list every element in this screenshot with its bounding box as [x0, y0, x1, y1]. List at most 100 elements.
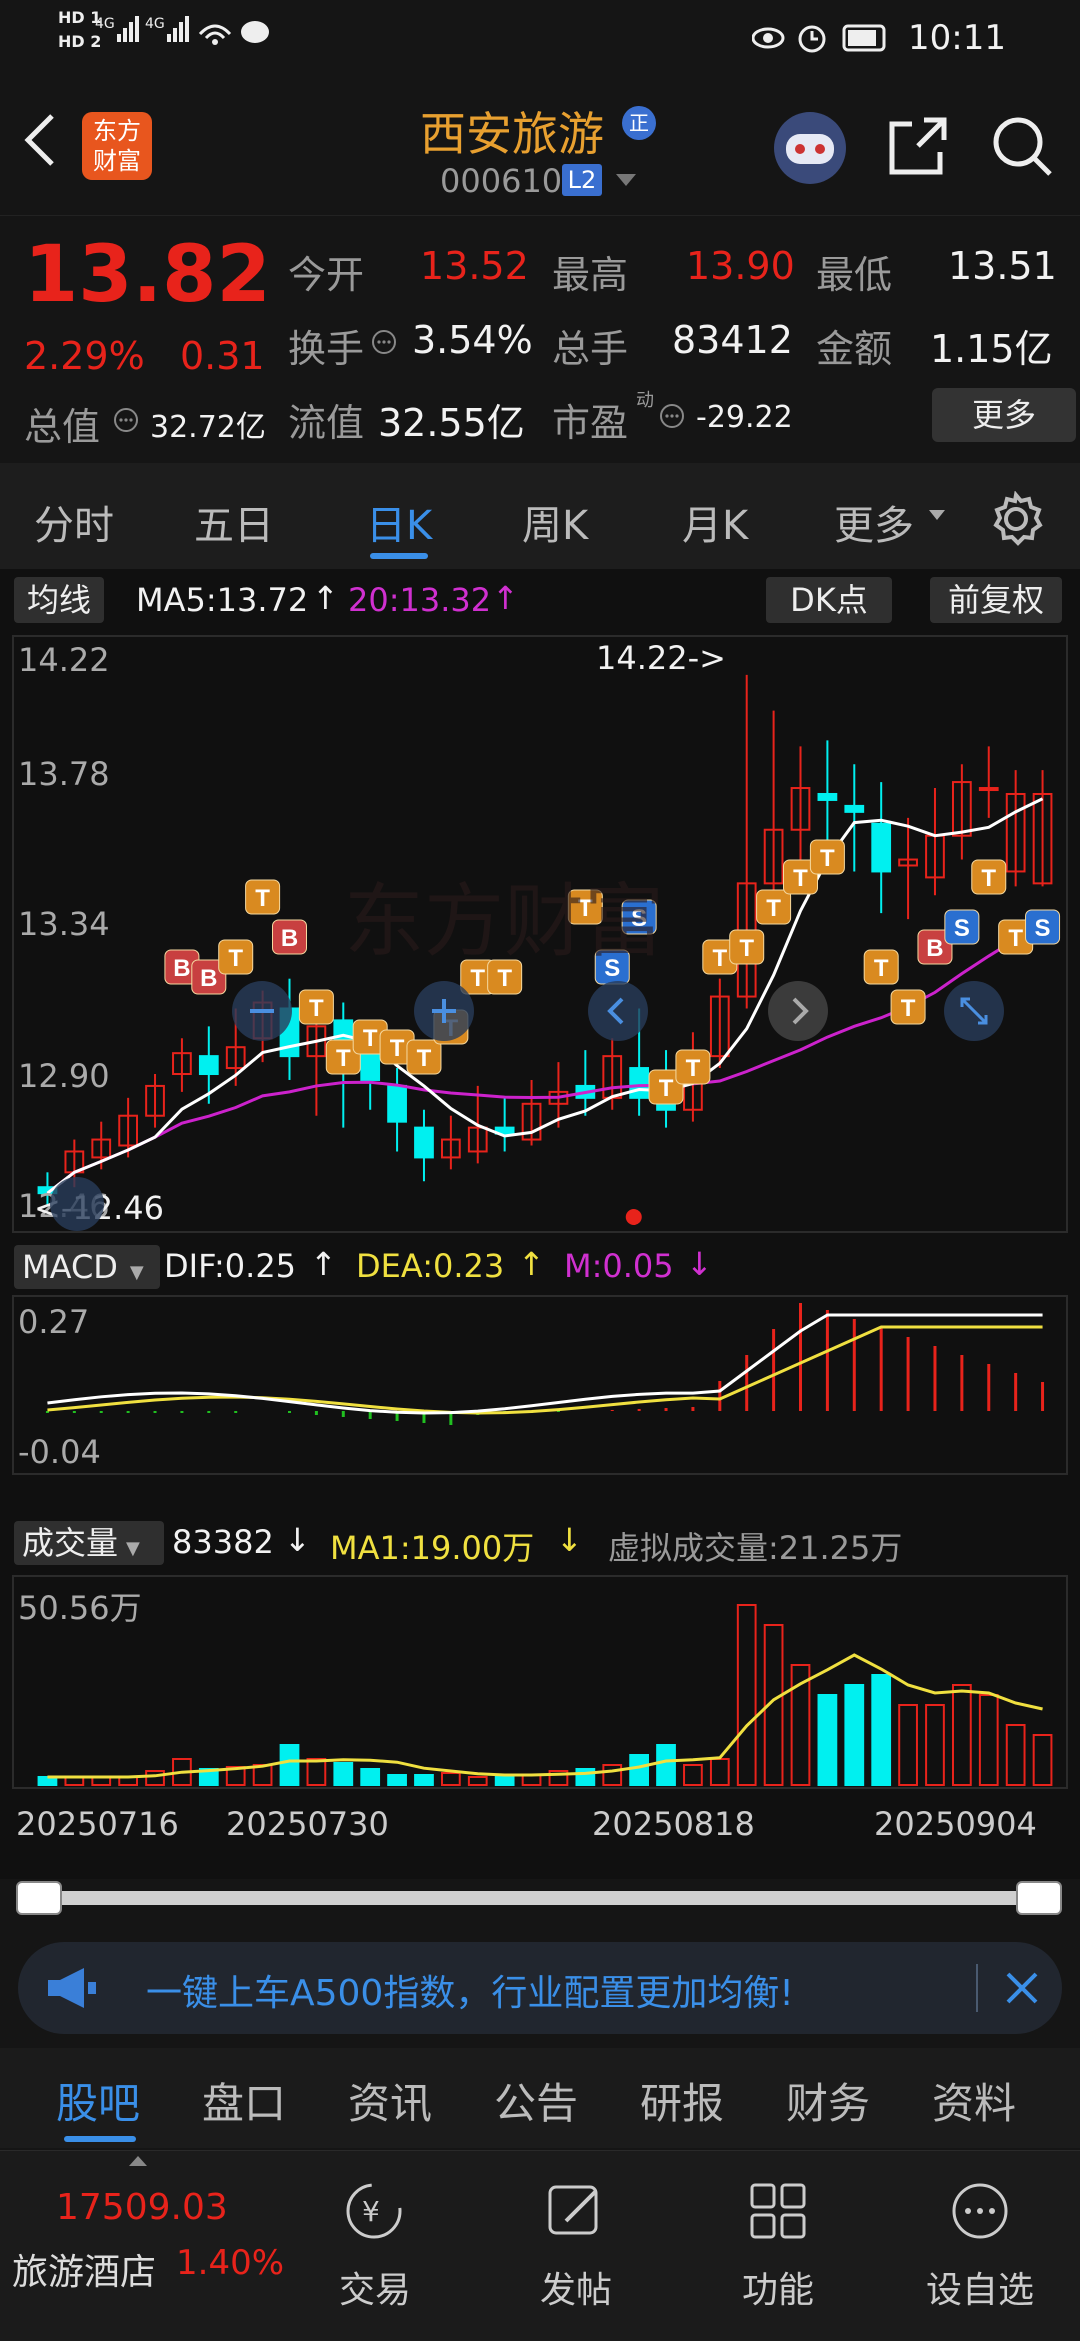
dk-marker-label: T	[659, 1075, 674, 1102]
macd-button[interactable]: MACD ▼	[14, 1245, 160, 1289]
post-button[interactable]: 发帖	[506, 2261, 646, 2313]
info-icon[interactable]	[370, 328, 398, 356]
add-watchlist-icon[interactable]	[950, 2181, 1010, 2241]
volume-bar	[683, 1764, 703, 1786]
dk-marker-label: T	[901, 995, 916, 1022]
dea-readout: DEA:0.23	[356, 1247, 505, 1285]
pan-right-button[interactable]	[766, 979, 830, 1043]
dk-marker-label: T	[228, 945, 243, 972]
subtab-announcements[interactable]: 公告	[494, 2070, 578, 2131]
down-arrow: ↓	[556, 1521, 583, 1559]
sector-index-value[interactable]: 17509.03	[56, 2187, 228, 2228]
svg-text:4G: 4G	[95, 16, 115, 32]
status-time: 10:11	[908, 18, 1006, 58]
date-label: 20250730	[226, 1805, 389, 1843]
stock-header: 东方财富 西安旅游 正 000610 L2	[0, 80, 1080, 215]
back-icon[interactable]	[20, 110, 60, 170]
dk-marker-label: T	[820, 845, 835, 872]
dk-marker-label: T	[255, 885, 270, 912]
trade-icon[interactable]: ¥	[344, 2181, 404, 2241]
share-icon[interactable]	[886, 114, 950, 178]
volume-bar	[306, 1758, 327, 1786]
tab-monthly-k[interactable]: 月K	[682, 493, 748, 551]
functions-button[interactable]: 功能	[708, 2261, 848, 2313]
low-value: 13.51	[948, 244, 1057, 288]
dk-marker-label: T	[766, 895, 781, 922]
candle-body	[629, 1067, 650, 1099]
dk-marker-label: T	[336, 1045, 351, 1072]
macd-canvas	[45, 1303, 1045, 1425]
change-percent: 2.29%	[24, 334, 145, 378]
volume-bar	[1005, 1724, 1026, 1786]
ma-button[interactable]: 均线	[14, 577, 104, 623]
volume-bar	[736, 1604, 757, 1786]
macd-top-label: 0.27	[18, 1303, 90, 1341]
zoom-out-button[interactable]	[230, 979, 294, 1043]
zoom-in-button[interactable]	[412, 979, 476, 1043]
volume-indicator-button[interactable]: 成交量 ▼	[14, 1521, 164, 1565]
kline-panel[interactable]: BBTTBTTTTTTTTTSSTTTTTTTTTBSTTS 东方财富 14.2…	[12, 635, 1068, 1233]
robot-assistant-icon[interactable]	[770, 108, 850, 188]
dk-point-button[interactable]: DK点	[766, 577, 892, 623]
close-icon[interactable]	[1004, 1970, 1040, 2006]
volume-panel[interactable]: 50.56万	[12, 1575, 1068, 1789]
up-arrow: ↑	[492, 579, 519, 617]
signal-icons: 4G 4G	[95, 16, 269, 45]
range-slider-left-handle[interactable]	[16, 1881, 62, 1915]
volume-bar	[978, 1694, 999, 1786]
status-bar: HD 1 HD 2 4G 4G 10:11	[0, 0, 1080, 80]
range-slider-track[interactable]	[20, 1891, 1060, 1905]
mktcap-value: 32.72亿	[150, 410, 266, 445]
tab-more[interactable]: 更多	[834, 493, 914, 551]
tab-intraday[interactable]: 分时	[34, 493, 114, 551]
search-icon[interactable]	[990, 114, 1054, 178]
info-icon[interactable]	[112, 406, 140, 434]
last-price: 13.82	[24, 230, 271, 320]
bottom-toolbar: 17509.03 旅游酒店 1.40% ¥ 交易 发帖 功能 设自选	[0, 2150, 1080, 2341]
range-slider-right-handle[interactable]	[1016, 1881, 1062, 1915]
promo-banner[interactable]: 一键上车A500指数，行业配置更加均衡!	[18, 1942, 1062, 2034]
date-label: 20250904	[874, 1805, 1037, 1843]
volume-bar	[279, 1744, 300, 1786]
macd-panel[interactable]: 0.27 -0.04	[12, 1295, 1068, 1475]
promo-text: 一键上车A500指数，行业配置更加均衡!	[146, 1973, 794, 2014]
fullscreen-button[interactable]	[942, 979, 1006, 1043]
caret-down-icon[interactable]	[928, 509, 946, 521]
dif-readout: DIF:0.25	[164, 1247, 297, 1285]
subtab-news[interactable]: 资讯	[348, 2070, 432, 2131]
level2-badge[interactable]: L2	[562, 164, 602, 196]
add-watchlist-button[interactable]: 设自选	[910, 2261, 1050, 2313]
functions-icon[interactable]	[748, 2181, 808, 2241]
app-logo[interactable]: 东方财富	[82, 112, 152, 180]
tab-weekly-k[interactable]: 周K	[522, 493, 588, 551]
subtab-finance[interactable]: 财务	[786, 2070, 870, 2131]
info-icon[interactable]	[658, 402, 686, 430]
trade-button[interactable]: 交易	[305, 2261, 445, 2313]
pe-dynamic-mark: 动	[636, 390, 654, 411]
more-button[interactable]: 更多	[932, 388, 1076, 442]
left-end-button[interactable]	[50, 1177, 104, 1231]
post-icon[interactable]	[546, 2181, 606, 2241]
candle-body	[871, 822, 892, 873]
sector-name[interactable]: 旅游酒店	[12, 2243, 156, 2295]
adjust-price-label: 前复权	[947, 581, 1044, 619]
dk-marker-label: T	[1008, 925, 1023, 952]
subtab-research[interactable]: 研报	[640, 2070, 724, 2131]
subtab-orderbook[interactable]: 盘口	[202, 2070, 286, 2131]
macd-button-label: MACD	[22, 1248, 118, 1286]
virtual-volume-readout: 虚拟成交量:21.25万	[608, 1529, 903, 1567]
subtab-profile[interactable]: 资料	[932, 2070, 1016, 2131]
caret-down-icon[interactable]	[614, 172, 638, 188]
signal-dot	[625, 1209, 642, 1225]
settings-gear-icon[interactable]	[988, 491, 1044, 547]
subtab-guba[interactable]: 股吧	[56, 2070, 140, 2131]
tab-daily-k[interactable]: 日K	[366, 493, 432, 551]
macd-bottom-label: -0.04	[18, 1433, 101, 1471]
adjust-price-button[interactable]: 前复权	[930, 577, 1062, 623]
y-label: 13.78	[18, 755, 110, 793]
volume-canvas	[37, 1604, 1053, 1786]
pan-left-button[interactable]	[586, 979, 650, 1043]
tab-five-day[interactable]: 五日	[194, 493, 274, 551]
pe-label: 市盈	[552, 401, 629, 445]
float-label: 流值	[288, 401, 365, 445]
